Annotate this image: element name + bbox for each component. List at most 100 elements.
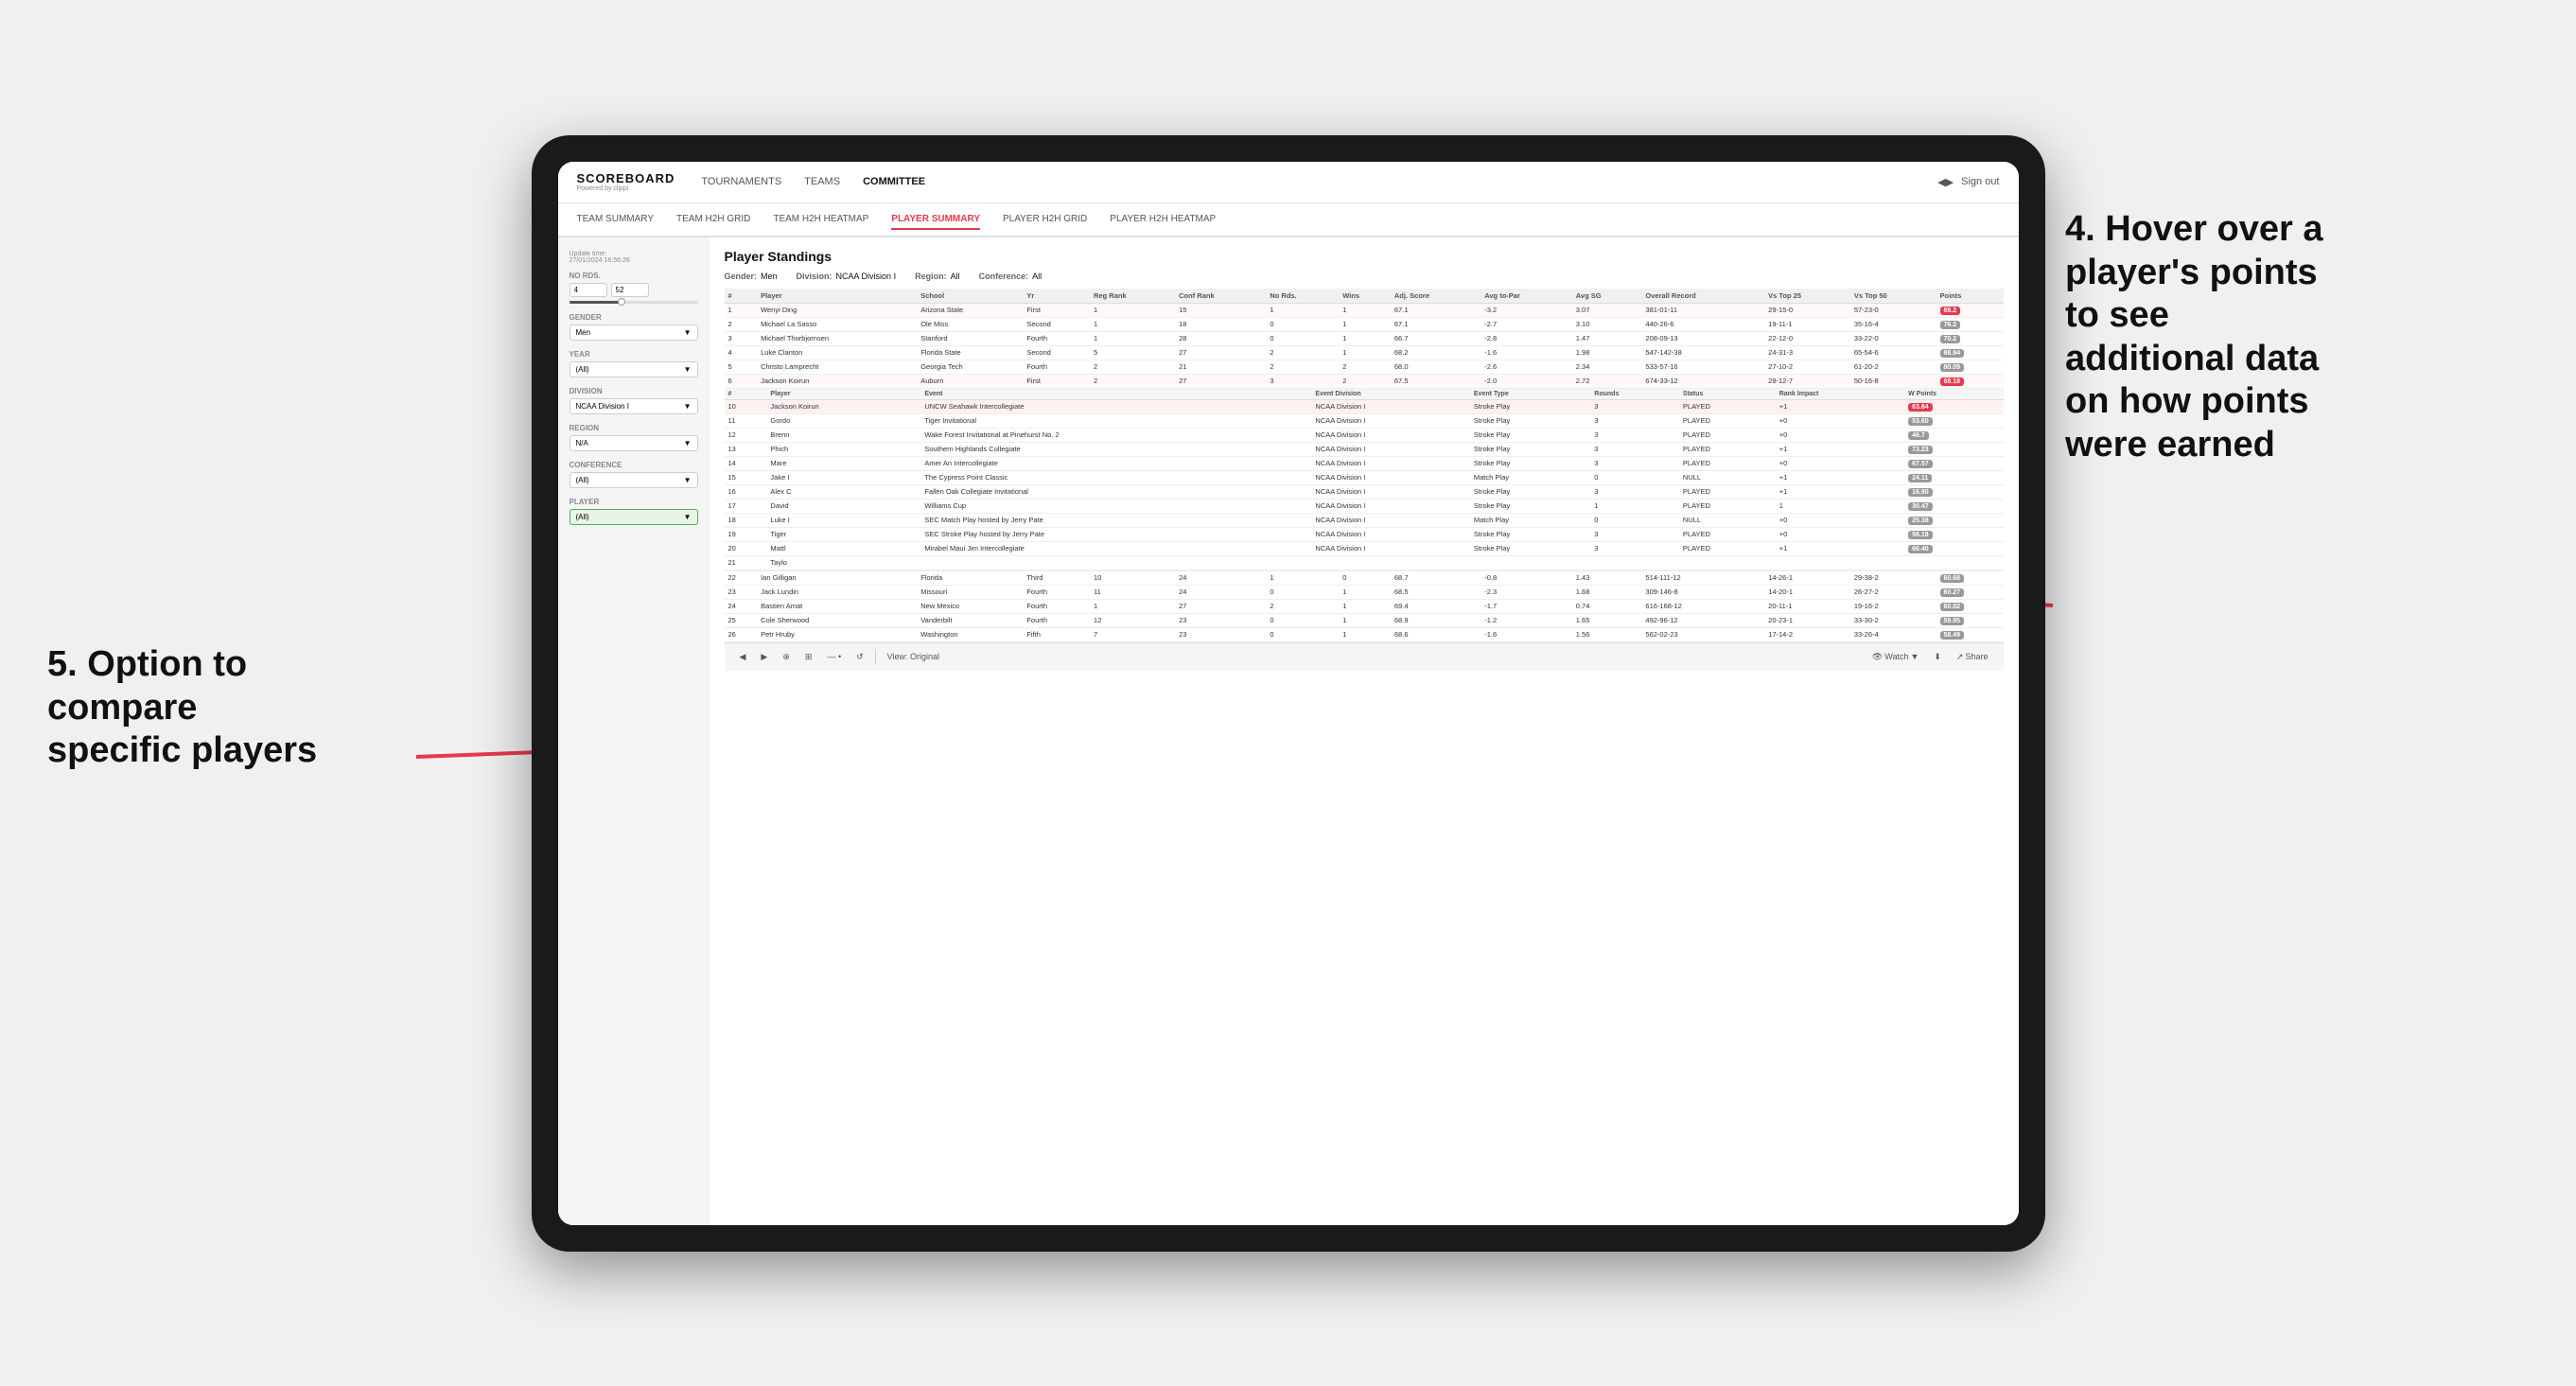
- update-time: Update time: 27/01/2024 16:56:26: [570, 251, 698, 264]
- col-player: Player: [757, 289, 917, 304]
- table-row[interactable]: 23Jack LundinMissouriFourth 11240168.5-2…: [725, 585, 2004, 599]
- sub-nav-player-h2h-grid[interactable]: PLAYER H2H GRID: [1003, 210, 1087, 230]
- table-row[interactable]: 22Ian GilliganFloridaThird 10241068.7-0.…: [725, 570, 2004, 585]
- cell-rank: 1: [725, 303, 758, 317]
- cell-reg-rank: 1: [1090, 303, 1175, 317]
- sidebar-player-label: Player: [570, 498, 698, 506]
- sub-table-row: 12BrennWake Forest Invitational at Pineh…: [725, 428, 2004, 442]
- sign-out-link[interactable]: Sign out: [1961, 176, 1999, 187]
- cell-avg-sg: 3.07: [1572, 303, 1642, 317]
- app-logo: SCOREBOARD: [577, 171, 675, 185]
- sidebar-gender-select[interactable]: Men ▼: [570, 325, 698, 341]
- sub-table-row: 13PhichSouthern Highlands CollegiateNCAA…: [725, 442, 2004, 456]
- bottom-toolbar: ◀ ▶ ⊕ ⊞ — • ↺ View: Original 👁 Watch ▼ ⬇: [725, 642, 2004, 671]
- toolbar-zoom-in[interactable]: ⊕: [779, 650, 794, 664]
- sidebar-rds-row: [570, 283, 698, 297]
- table-body: 1 Wenyi Ding Arizona State First 1 15 1 …: [725, 303, 2004, 641]
- toolbar-forward[interactable]: ▶: [757, 650, 771, 664]
- cell-player: Wenyi Ding: [757, 303, 917, 317]
- cell-overall: 381-01-11: [1641, 303, 1764, 317]
- sidebar-conference-section: Conference (All) ▼: [570, 461, 698, 488]
- sub-table-row: 19TigerSEC Stroke Play hosted by Jerry P…: [725, 527, 2004, 541]
- sub-table-row: 18Luke ISEC Match Play hosted by Jerry P…: [725, 513, 2004, 527]
- cell-points[interactable]: 76.2: [1936, 317, 2004, 331]
- standings-table: # Player School Yr Reg Rank Conf Rank No…: [725, 289, 2004, 642]
- table-row-sub-header: # Player Event Event Division Event Type…: [725, 388, 2004, 570]
- nav-tournaments[interactable]: TOURNAMENTS: [701, 174, 781, 189]
- col-vs-top50: Vs Top 50: [1850, 289, 1936, 304]
- toolbar-history[interactable]: ↺: [852, 650, 867, 664]
- sub-nav-player-summary[interactable]: PLAYER SUMMARY: [891, 210, 980, 230]
- col-yr: Yr: [1023, 289, 1090, 304]
- table-row[interactable]: 2Michael La SassoOle MissSecond 1180167.…: [725, 317, 2004, 331]
- sub-nav-h2h-grid[interactable]: TEAM H2H GRID: [676, 210, 750, 230]
- table-row-jackson[interactable]: 6Jackson KoirunAuburnFirst 2273267.5-2.0…: [725, 374, 2004, 388]
- nav-right: ◀▶ Sign out: [1937, 176, 1999, 188]
- main-content: Update time: 27/01/2024 16:56:26 No Rds.: [558, 237, 2019, 1225]
- app-logo-sub: Powered by clippi: [577, 185, 675, 192]
- toolbar-copy[interactable]: ⊞: [801, 650, 816, 664]
- sidebar-player-select[interactable]: (All) ▼: [570, 509, 698, 525]
- sidebar-conference-select[interactable]: (All) ▼: [570, 472, 698, 488]
- col-school: School: [917, 289, 1023, 304]
- filter-conference: Conference: All: [979, 272, 1043, 281]
- filter-region: Region: All: [915, 272, 960, 281]
- sub-nav-h2h-heatmap[interactable]: TEAM H2H HEATMAP: [773, 210, 868, 230]
- sidebar: Update time: 27/01/2024 16:56:26 No Rds.: [558, 237, 710, 1225]
- table-header: # Player School Yr Reg Rank Conf Rank No…: [725, 289, 2004, 304]
- table-row[interactable]: 1 Wenyi Ding Arizona State First 1 15 1 …: [725, 303, 2004, 317]
- sidebar-no-rds-label: No Rds.: [570, 272, 698, 280]
- sub-table-row: 14MareAmer An IntercollegiateNCAA Divisi…: [725, 456, 2004, 470]
- sub-table-row: 16Alex CFallen Oak Collegiate Invitation…: [725, 484, 2004, 499]
- col-no-rds: No Rds.: [1266, 289, 1339, 304]
- toolbar-back[interactable]: ◀: [736, 650, 750, 664]
- logo-area: SCOREBOARD Powered by clippi: [577, 171, 675, 192]
- cell-conf-rank: 15: [1175, 303, 1266, 317]
- table-row[interactable]: 3Michael ThorbjornsenStanfordFourth 1280…: [725, 331, 2004, 345]
- col-avg-par: Avg to-Par: [1481, 289, 1572, 304]
- cell-vs-top50: 57-23-0: [1850, 303, 1936, 317]
- nav-icons[interactable]: ◀▶: [1937, 176, 1954, 188]
- sidebar-year-select[interactable]: (All) ▼: [570, 361, 698, 377]
- annotation-left: 5. Option to compare specific players: [47, 643, 407, 773]
- cell-points[interactable]: 88.2: [1936, 303, 2004, 317]
- nav-links: TOURNAMENTS TEAMS COMMITTEE: [701, 174, 1937, 189]
- toolbar-download[interactable]: ⬇: [1930, 650, 1945, 664]
- toolbar-share[interactable]: ↗ Share: [1953, 650, 1992, 664]
- col-adj-score: Adj. Score: [1391, 289, 1481, 304]
- standings-title: Player Standings: [725, 249, 832, 264]
- table-row[interactable]: 5Christo LamprechtGeorgia TechFourth 221…: [725, 360, 2004, 374]
- table-row[interactable]: 24Bastien AmatNew MexicoFourth 1272169.4…: [725, 599, 2004, 613]
- nav-teams[interactable]: TEAMS: [804, 174, 840, 189]
- filter-gender: Gender: Men: [725, 272, 778, 281]
- toolbar-view[interactable]: View: Original: [884, 650, 943, 663]
- sidebar-rds-min[interactable]: [570, 283, 607, 297]
- sidebar-conference-label: Conference: [570, 461, 698, 469]
- filter-division: Division: NCAA Division I: [797, 272, 897, 281]
- sub-nav-team-summary[interactable]: TEAM SUMMARY: [577, 210, 655, 230]
- sidebar-year-section: Year (All) ▼: [570, 350, 698, 377]
- sub-nav-player-h2h-heatmap[interactable]: PLAYER H2H HEATMAP: [1110, 210, 1216, 230]
- toolbar-watch[interactable]: 👁 Watch ▼: [1868, 650, 1923, 664]
- col-overall: Overall Record: [1641, 289, 1764, 304]
- sub-table-row: 10Jackson KoirunUNCW Seahawk Intercolleg…: [725, 399, 2004, 413]
- filter-row: Gender: Men Division: NCAA Division I Re…: [725, 272, 2004, 281]
- sidebar-division-select[interactable]: NCAA Division I ▼: [570, 398, 698, 414]
- nav-committee[interactable]: COMMITTEE: [863, 174, 925, 189]
- col-wins: Wins: [1339, 289, 1391, 304]
- cell-vs-top25: 29-15-0: [1764, 303, 1850, 317]
- table-row[interactable]: 4Luke ClantonFlorida StateSecond 5272168…: [725, 345, 2004, 360]
- sub-table-row: 15Jake IThe Cypress Point ClassicNCAA Di…: [725, 470, 2004, 484]
- sidebar-division-section: Division NCAA Division I ▼: [570, 387, 698, 414]
- sidebar-region-select[interactable]: N/A ▼: [570, 435, 698, 451]
- tablet-shell: SCOREBOARD Powered by clippi TOURNAMENTS…: [532, 135, 2045, 1252]
- sidebar-rds-max[interactable]: [611, 283, 649, 297]
- table-row[interactable]: 25Cole SherwoodVanderbiltFourth 12230168…: [725, 613, 2004, 627]
- sidebar-no-rds: No Rds.: [570, 272, 698, 304]
- sidebar-slider[interactable]: [570, 301, 698, 304]
- table-row[interactable]: 26Petr HrubyWashingtonFifth 7230168.6-1.…: [725, 627, 2004, 641]
- sub-table-row: 17DavidWilliams CupNCAA Division IStroke…: [725, 499, 2004, 513]
- col-avg-sg: Avg SG: [1572, 289, 1642, 304]
- sub-table-row: 20MattlMirabel Maui Jim IntercollegiateN…: [725, 541, 2004, 555]
- sidebar-gender-section: Gender Men ▼: [570, 313, 698, 341]
